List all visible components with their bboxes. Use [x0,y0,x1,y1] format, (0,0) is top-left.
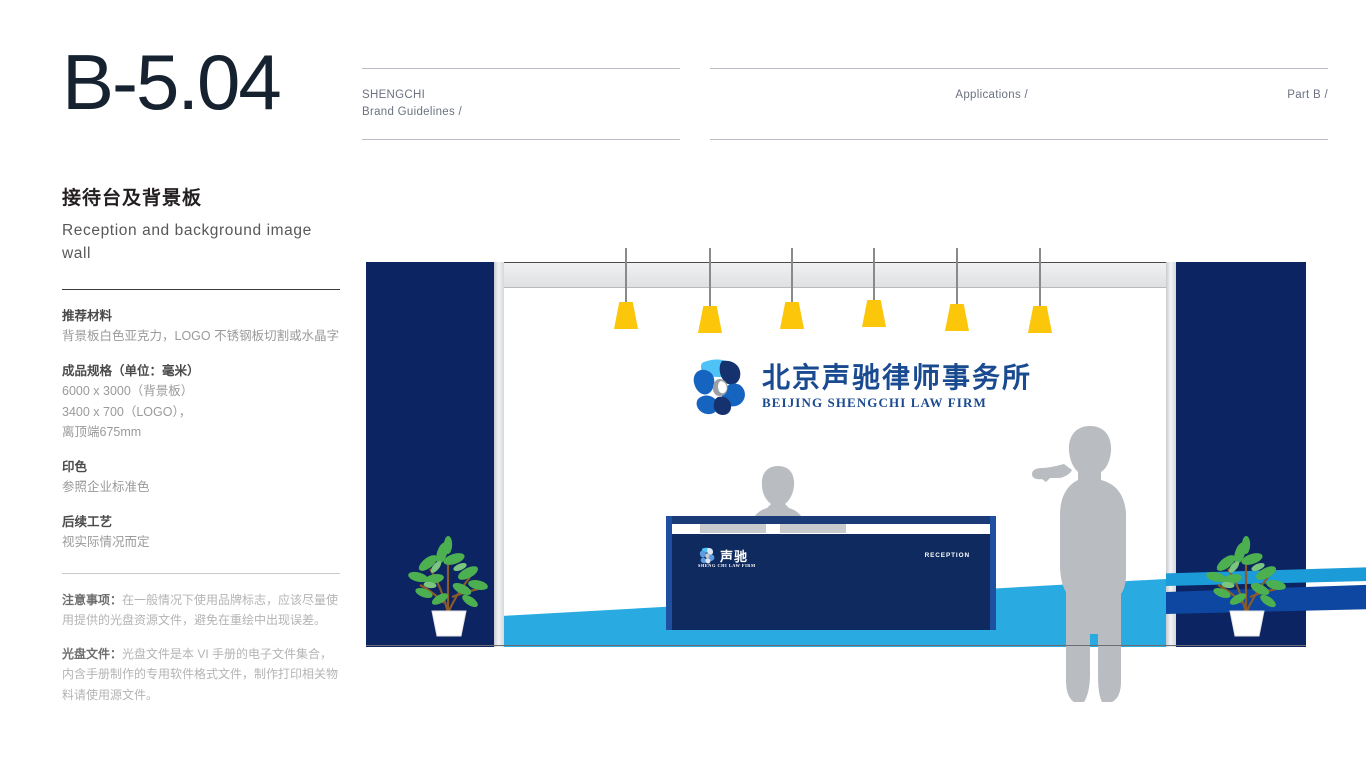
header-brand-block: SHENGCHI Brand Guidelines / [362,68,680,140]
page-title-english: Reception and background image wall [62,222,312,262]
spec-heading: 印色 [62,460,88,475]
spec-group: 成品规格（单位：毫米） 6000 x 3000（背景板） 3400 x 700（… [62,361,340,442]
pillar-right [1166,262,1176,647]
header-rule-bottom [710,139,1028,140]
header-brand-line1: SHENGCHI [362,89,426,101]
spec-heading: 推荐材料 [62,309,113,324]
header-section-block: Applications / [710,68,1028,140]
desk-side-edge-right [990,516,996,630]
desk-logo-english: SHENG CHI LAW FIRM [698,563,756,568]
header-section-text: Applications / [955,89,1028,101]
note-label: 光盘文件： [62,646,123,661]
left-info-column: B-5.04 接待台及背景板 Reception and background … [62,38,340,719]
potted-plant-right [1206,536,1286,637]
floor-base-line [366,645,1306,646]
reception-desk: 声驰 SHENG CHI LAW FIRM RECEPTION [666,516,996,630]
header-part-text: Part B / [1287,89,1328,101]
pillar-left [494,262,504,647]
potted-plant-left [408,536,488,637]
page-number: B-5.04 [62,38,282,126]
spec-body: 6000 x 3000（背景板） 3400 x 700（LOGO）， 离顶端67… [62,384,194,439]
lamp-cord [873,248,875,300]
desk-reception-label: RECEPTION [924,552,970,559]
desk-side-edge-left [666,516,672,630]
spec-body: 背景板白色亚克力，LOGO 不锈钢板切割或水晶字 [62,329,340,344]
header-part-block: Part B / [1013,68,1328,140]
spec-group: 推荐材料 背景板白色亚克力，LOGO 不锈钢板切割或水晶字 [62,306,340,346]
spec-body: 视实际情况而定 [62,535,150,550]
spec-group: 印色 参照企业标准色 [62,457,340,497]
wall-logo: 北京声驰律师事务所 BEIJING SHENGCHI LAW FIRM [688,357,1032,417]
lamp-cord [625,248,627,302]
shengchi-logo-mark-icon [693,359,745,416]
page-title-chinese: 接待台及背景板 [62,188,203,210]
reception-scene-illustration: 北京声驰律师事务所 BEIJING SHENGCHI LAW FIRM 声驰 S… [366,248,1366,702]
header-brand-text: SHENGCHI Brand Guidelines / [362,69,680,122]
desk-tray [700,524,766,533]
lamp-cord [956,248,958,304]
wall-logo-chinese: 北京声驰律师事务所 [762,361,1033,395]
lamp-cord [1039,248,1041,306]
divider-light [62,572,340,574]
specifications-block: 推荐材料 背景板白色亚克力，LOGO 不锈钢板切割或水晶字 成品规格（单位：毫米… [62,306,340,553]
note-item: 注意事项：在一般情况下使用品牌标志，应该尽量使用提供的光盘资源文件，避免在重绘中… [62,590,340,631]
note-item: 光盘文件：光盘文件是本 VI 手册的电子文件集合，内含手册制作的专用软件格式文件… [62,644,340,706]
header-rule-bottom [1013,139,1328,140]
spec-heading: 后续工艺 [62,515,113,530]
divider-dark [62,289,340,291]
note-label: 注意事项： [62,592,123,607]
spec-body: 参照企业标准色 [62,480,150,495]
spec-heading: 成品规格（单位：毫米） [62,364,200,379]
header-rule-bottom [362,139,680,140]
desk-tray [780,524,846,533]
notes-block: 注意事项：在一般情况下使用品牌标志，应该尽量使用提供的光盘资源文件，避免在重绘中… [62,590,340,706]
lamp-cord [709,248,711,306]
header-brand-line2: Brand Guidelines / [362,106,463,119]
brand-guideline-page: B-5.04 接待台及背景板 Reception and background … [0,0,1366,768]
desk-top-edge [666,516,996,524]
spec-group: 后续工艺 视实际情况而定 [62,512,340,552]
wall-logo-text: 北京声驰律师事务所 BEIJING SHENGCHI LAW FIRM [762,363,1032,410]
standing-visitor-silhouette [1032,426,1126,702]
shengchi-logo-mark-icon [699,547,715,564]
lamp-cord [791,248,793,302]
ceiling-beam [504,262,1166,288]
wall-logo-english: BEIJING SHENGCHI LAW FIRM [762,394,987,410]
